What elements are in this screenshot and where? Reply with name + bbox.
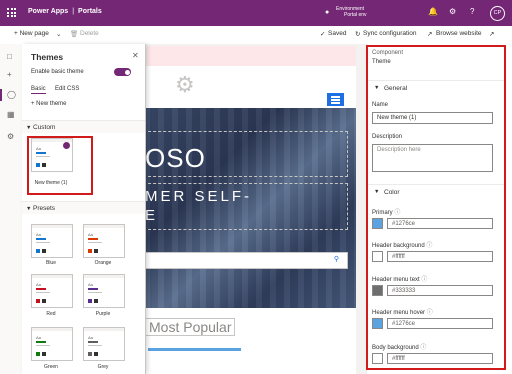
- chevron-down-icon: ▼: [26, 124, 32, 131]
- share-icon[interactable]: ↗: [489, 30, 494, 38]
- preset-card-blue[interactable]: Aa: [31, 224, 73, 258]
- preset-card-orange[interactable]: Aa: [83, 224, 125, 258]
- brand: Power Apps | Portals: [28, 8, 102, 15]
- environment-icon: ●: [325, 9, 330, 16]
- avatar[interactable]: CP: [490, 6, 505, 21]
- app-name[interactable]: Power Apps: [28, 8, 68, 15]
- hamburger-menu-icon[interactable]: [327, 93, 344, 106]
- preset-name-purple: Purple: [95, 311, 111, 317]
- themes-icon[interactable]: ◯: [7, 90, 16, 99]
- saved-status: Saved: [328, 30, 347, 37]
- theme-card-sample: Aa: [36, 335, 41, 340]
- theme-card-sample: Aa: [88, 232, 93, 237]
- environment-picker[interactable]: Environment Portal env: [336, 6, 367, 18]
- chevron-down-icon: ▼: [26, 205, 32, 212]
- new-theme-button[interactable]: + New theme: [31, 101, 67, 107]
- app-launcher-icon[interactable]: [7, 8, 16, 17]
- pages-icon[interactable]: □: [7, 52, 12, 61]
- notifications-icon[interactable]: 🔔: [428, 7, 438, 16]
- theme-card-sample: Aa: [36, 232, 41, 237]
- browse-website-button[interactable]: Browse website: [436, 30, 482, 37]
- highlight-custom-theme: [27, 136, 93, 195]
- theme-card-sample: Aa: [88, 335, 93, 340]
- new-page-chevron-icon[interactable]: ⌄: [56, 30, 61, 38]
- search-icon[interactable]: ⚲: [328, 253, 345, 267]
- logo-placeholder-icon: ⚙: [175, 72, 195, 97]
- preset-card-green[interactable]: Aa: [31, 327, 73, 361]
- preset-card-purple[interactable]: Aa: [83, 274, 125, 308]
- themes-panel: Themes ✕ Enable basic theme Basic Edit C…: [22, 44, 146, 374]
- custom-heading: Custom: [33, 124, 56, 131]
- heading-underline: [148, 348, 241, 351]
- theme-card-sample: Aa: [36, 282, 41, 287]
- presets-heading: Presets: [33, 205, 56, 212]
- preset-name-blue: Blue: [45, 260, 56, 266]
- preset-name-green: Green: [44, 364, 58, 370]
- command-bar: + New page ⌄ 🗑 Delete ✓ Saved ↻ Sync con…: [0, 26, 512, 45]
- most-popular-heading[interactable]: Most Popular: [145, 318, 236, 336]
- tab-basic[interactable]: Basic: [31, 86, 46, 94]
- panel-title: Themes: [31, 52, 64, 62]
- enable-basic-theme-label: Enable basic theme: [31, 69, 84, 75]
- add-component-icon[interactable]: +: [7, 70, 12, 79]
- app-header: Power Apps | Portals ● Environment Portal …: [0, 0, 512, 26]
- presets-section-header[interactable]: ▼ Presets: [22, 201, 145, 214]
- tab-edit-css[interactable]: Edit CSS: [55, 86, 79, 92]
- new-page-button[interactable]: + New page: [14, 30, 49, 37]
- brand-separator: |: [72, 8, 75, 15]
- sync-icon: ↻: [355, 31, 361, 38]
- preset-card-red[interactable]: Aa: [31, 274, 73, 308]
- product-name: Portals: [78, 8, 102, 15]
- header-strip: [130, 46, 356, 66]
- help-icon[interactable]: ?: [470, 7, 474, 16]
- hero-subtitle-line1: MER SELF-: [145, 188, 253, 205]
- close-icon[interactable]: ✕: [132, 51, 139, 60]
- browse-icon: ↗: [427, 31, 433, 38]
- site-search-input[interactable]: [142, 252, 348, 269]
- delete-button[interactable]: Delete: [80, 30, 99, 37]
- environment-name: Portal env: [344, 12, 367, 18]
- highlight-properties-pane: [366, 45, 506, 370]
- enable-basic-theme-toggle[interactable]: [114, 68, 131, 76]
- rail-active-indicator: [0, 89, 2, 101]
- theme-card-sample: Aa: [88, 282, 93, 287]
- sync-configuration-button[interactable]: Sync configuration: [363, 30, 416, 37]
- delete-icon: 🗑: [70, 31, 79, 38]
- hero-subtitle-line2: E: [145, 207, 156, 224]
- custom-section-header[interactable]: ▼ Custom: [22, 120, 145, 133]
- templates-icon[interactable]: ▦: [7, 110, 15, 119]
- preset-name-orange: Orange: [94, 260, 112, 266]
- left-rail: □ + ◯ ▦ ⚙: [0, 44, 23, 374]
- preset-card-grey[interactable]: Aa: [83, 327, 125, 361]
- settings-gear-icon[interactable]: ⚙: [449, 7, 456, 16]
- hero-title: OSO: [145, 143, 206, 173]
- preset-name-red: Red: [46, 311, 56, 317]
- preset-name-grey: Grey: [97, 364, 109, 370]
- saved-check-icon: ✓: [320, 31, 326, 38]
- canvas-scrollbar[interactable]: [356, 46, 364, 374]
- settings-icon[interactable]: ⚙: [7, 132, 14, 141]
